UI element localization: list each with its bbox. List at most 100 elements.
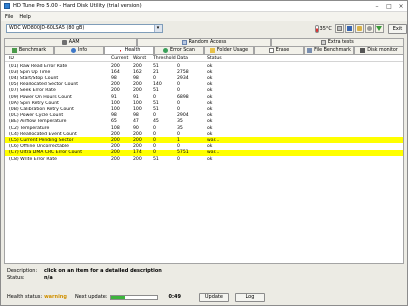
table-row[interactable]: (04) Start/Stop Count 98 98 0 2934 ok (5, 75, 403, 81)
tab-label: Erase (275, 48, 290, 53)
table-row[interactable]: (09) Power On Hours Count 91 91 0 6898 ok (5, 94, 403, 100)
table-cell-data: 2934 (177, 75, 189, 81)
table-cell-current: 98 (111, 75, 117, 81)
table-cell-worst: 200 (133, 131, 142, 137)
tab-disk-monitor[interactable]: Disk monitor (354, 46, 404, 54)
table-row[interactable]: (C4) Reallocated Event Count 200 200 0 0 ok (5, 131, 403, 137)
table-cell-status: ok (207, 106, 213, 112)
table-row[interactable]: (0B) Calibration Retry Count 100 100 51 0 ok (5, 106, 403, 112)
tab-file-benchmark[interactable]: File Benchmark (304, 46, 354, 54)
table-row[interactable]: (C2) Temperature 108 90 0 35 ok (5, 125, 403, 131)
toolbar-icons (334, 24, 384, 33)
table-cell-id: (C5) Current Pending Sector (9, 137, 74, 143)
tab-info[interactable]: Info (54, 46, 104, 54)
copy-icon[interactable] (334, 24, 344, 33)
tab-extra-tests[interactable]: Extra tests (270, 38, 404, 46)
health-status-value: warning (44, 294, 67, 300)
table-cell-threshold: 51 (153, 100, 159, 106)
table-cell-threshold: 0 (153, 150, 156, 156)
extra-tests-icon (320, 40, 326, 45)
table-row[interactable]: (C6) Offline Uncorrectable 200 200 0 0 ok (5, 144, 403, 150)
table-cell-data: 2904 (177, 113, 189, 119)
update-button[interactable]: Update (198, 292, 229, 302)
table-cell-worst: 200 (133, 156, 142, 162)
drive-select[interactable]: WDC WD800JD-60LSA5 (80 gB) ▾ (6, 24, 163, 33)
table-row[interactable]: (C7) Ultra DMA CRC Error Count 200 174 0 575… (5, 149, 403, 156)
window-controls: – □ × (371, 2, 407, 10)
temperature-display: 35°C (314, 24, 332, 33)
tab-error-scan[interactable]: Error Scan (154, 46, 204, 54)
menu-help[interactable]: Help (19, 14, 30, 20)
table-cell-worst: 162 (133, 69, 142, 75)
table-cell-status: ok (207, 69, 213, 75)
title-bar: HD Tune Pro 5.00 - Hard Disk Utility (tr… (1, 1, 407, 12)
table-cell-id: (09) Power On Hours Count (9, 94, 72, 100)
tab-random-access[interactable]: Random Access (137, 38, 271, 46)
table-cell-data: 0 (177, 106, 180, 112)
table-cell-threshold: 0 (153, 131, 156, 137)
log-button[interactable]: Log (234, 292, 265, 302)
table-row[interactable]: (C8) Write Error Rate 200 200 51 0 ok (5, 156, 403, 162)
column-header[interactable]: Current (111, 56, 129, 61)
column-header[interactable]: Data (173, 56, 203, 61)
table-row[interactable]: (01) Raw Read Error Rate 200 200 51 0 ok (5, 63, 403, 69)
table-cell-threshold: 21 (153, 69, 159, 75)
chevron-down-icon[interactable]: ▾ (153, 25, 162, 32)
column-header[interactable]: ID (5, 56, 111, 61)
maximize-icon[interactable]: □ (383, 2, 395, 10)
table-cell-data: 6898 (177, 94, 189, 100)
table-cell-data: 35 (177, 119, 183, 125)
column-header[interactable]: Threshold (149, 56, 176, 61)
table-row[interactable]: (BE) Airflow Temperature 65 47 45 35 ok (5, 119, 403, 125)
table-row[interactable]: (05) Reallocated Sector Count 200 200 140 0 o… (5, 82, 403, 88)
table-cell-id: (0A) Spin Retry Count (9, 100, 59, 106)
tab-folder-usage[interactable]: Folder Usage (204, 46, 254, 54)
table-row[interactable]: (07) Seek Error Rate 200 200 51 0 ok (5, 88, 403, 94)
menu-file[interactable]: File (5, 14, 13, 20)
exit-button[interactable]: Exit (387, 23, 407, 34)
options-icon[interactable] (354, 24, 364, 33)
settings-icon[interactable] (364, 24, 374, 33)
table-cell-current: 200 (111, 144, 120, 150)
table-cell-status: war... (207, 150, 220, 156)
table-cell-current: 164 (111, 69, 120, 75)
table-cell-threshold: 140 (153, 82, 162, 88)
table-cell-worst: 200 (133, 63, 142, 69)
table-cell-id: (0B) Calibration Retry Count (9, 106, 74, 112)
table-cell-threshold: 51 (153, 106, 159, 112)
table-cell-data: 0 (177, 144, 180, 150)
toolbar: WDC WD800JD-60LSA5 (80 gB) ▾ 35°C Exit (1, 21, 407, 36)
table-row[interactable]: (0A) Spin Retry Count 100 100 51 0 ok (5, 100, 403, 106)
table-cell-worst: 100 (133, 106, 142, 112)
table-cell-worst: 90 (133, 125, 139, 131)
table-cell-status: ok (207, 131, 213, 137)
table-cell-status: war... (207, 137, 220, 143)
table-row[interactable]: (0C) Power Cycle Count 98 98 0 2904 ok (5, 113, 403, 119)
table-cell-worst: 100 (133, 100, 142, 106)
description-box: Description: click on an item for a deta… (4, 267, 404, 285)
table-row[interactable]: (03) Spin Up Time 164 162 21 2758 ok (5, 69, 403, 75)
table-header: ID Current Worst Threshold Data Status (5, 56, 403, 62)
close-icon[interactable]: × (395, 2, 407, 10)
column-header[interactable]: Status (203, 56, 243, 61)
tab-label: Info (77, 48, 88, 53)
table-cell-current: 100 (111, 106, 120, 112)
save-icon[interactable] (344, 24, 354, 33)
tab-erase[interactable]: Erase (254, 46, 304, 54)
tab-benchmark[interactable]: Benchmark (4, 46, 54, 54)
minimize-icon[interactable]: – (371, 2, 383, 10)
tab-aam[interactable]: AAM (4, 38, 138, 46)
table-cell-data: 0 (177, 82, 180, 88)
tab-label: Random Access (188, 40, 227, 45)
benchmark-icon (11, 48, 17, 53)
table-cell-threshold: 51 (153, 156, 159, 162)
tab-label: Benchmark (18, 48, 47, 53)
download-icon[interactable] (374, 24, 384, 33)
tab-label: Disk monitor (367, 48, 398, 53)
table-cell-status: ok (207, 63, 213, 69)
tabs-row-1: AAM Random Access Extra tests (4, 38, 404, 46)
table-cell-current: 200 (111, 137, 120, 143)
column-header[interactable]: Worst (129, 56, 149, 61)
table-row[interactable]: (C5) Current Pending Sector 200 200 0 1 war..… (5, 137, 403, 144)
tab-health[interactable]: Health (104, 46, 154, 54)
